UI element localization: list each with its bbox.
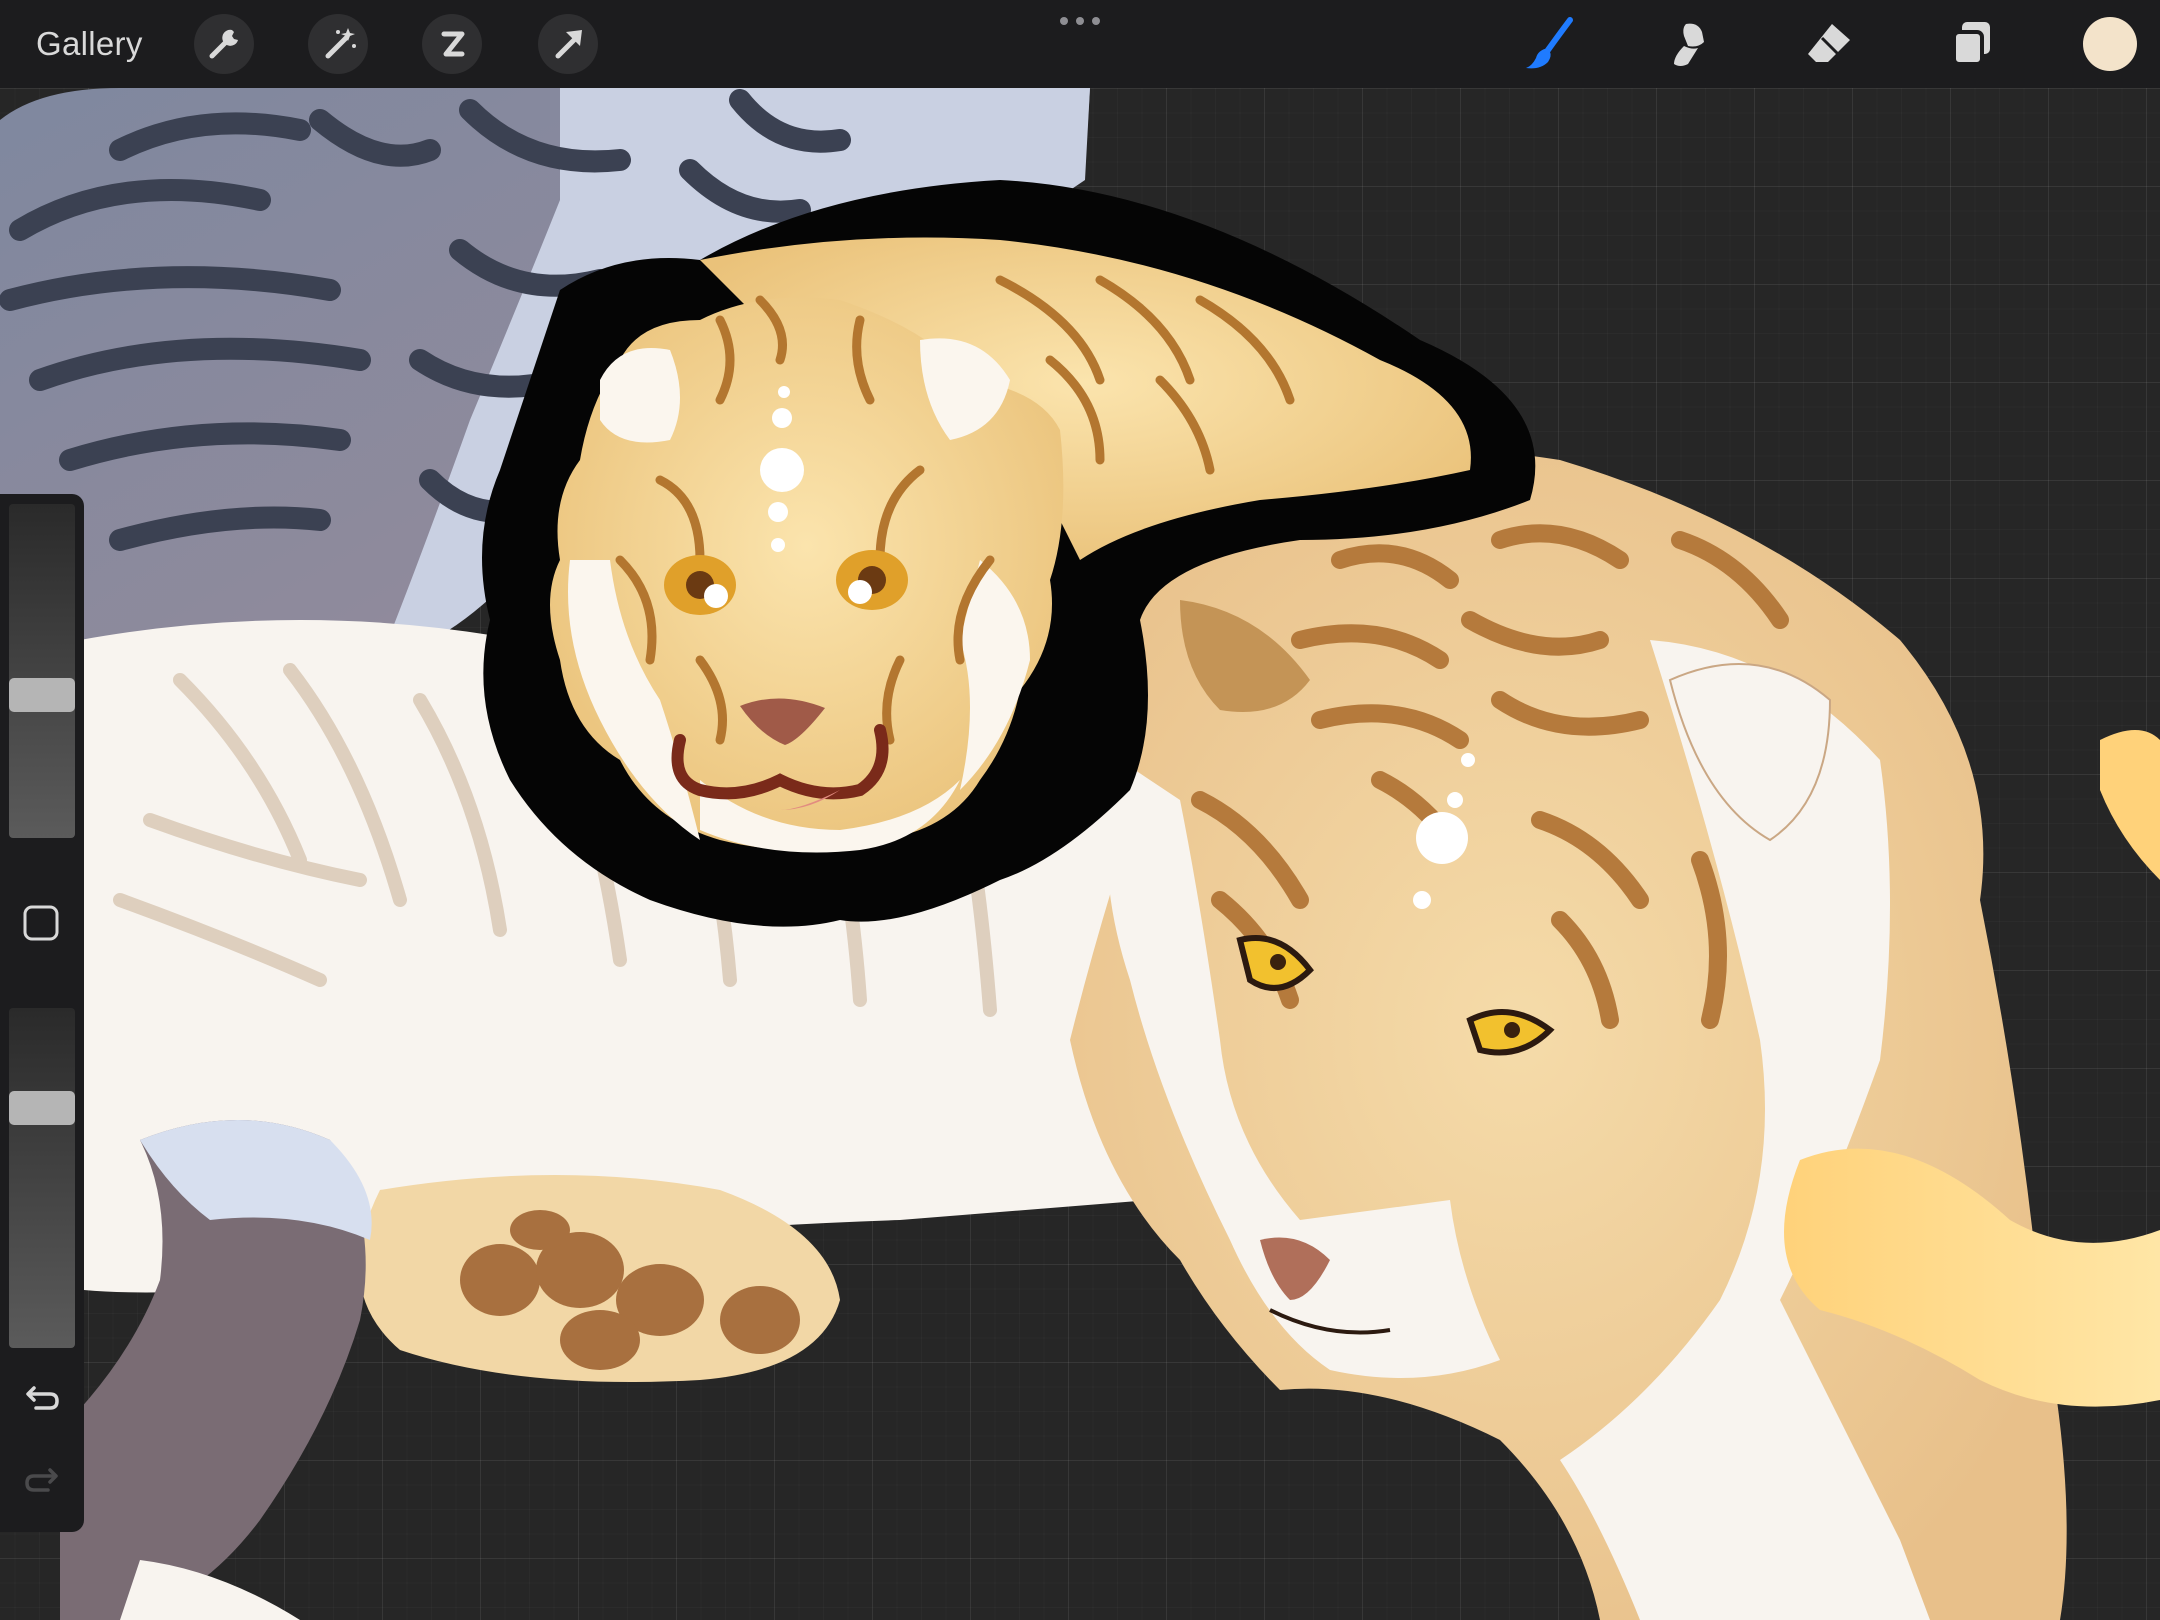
selection-icon: [441, 31, 465, 57]
eraser-tool-button[interactable]: [1798, 12, 1862, 76]
left-sidebar: [0, 494, 84, 1532]
actions-button[interactable]: [194, 14, 254, 74]
magic-wand-icon: [325, 28, 356, 59]
brush-tool-button[interactable]: [1518, 12, 1582, 76]
drawing-canvas[interactable]: [0, 0, 2160, 1620]
modify-button-icon[interactable]: [22, 904, 60, 942]
redo-icon[interactable]: [20, 1456, 64, 1500]
layers-button[interactable]: [1940, 12, 2004, 76]
color-picker-button[interactable]: [2083, 17, 2137, 71]
undo-icon[interactable]: [20, 1374, 64, 1418]
transform-button[interactable]: [538, 14, 598, 74]
more-options-icon[interactable]: [1056, 14, 1104, 28]
opacity-thumb[interactable]: [9, 1091, 75, 1125]
gallery-button[interactable]: Gallery: [36, 22, 143, 66]
top-toolbar: Gallery: [0, 0, 2160, 88]
selection-button[interactable]: [422, 14, 482, 74]
brush-size-slider[interactable]: [9, 504, 75, 838]
transform-arrow-icon: [555, 30, 582, 59]
opacity-slider[interactable]: [9, 1008, 75, 1348]
artwork: [0, 88, 2160, 1620]
wrench-icon: [209, 29, 238, 59]
golden-tiger-large: [1070, 442, 2067, 1620]
adjustments-button[interactable]: [308, 14, 368, 74]
smudge-tool-button[interactable]: [1658, 12, 1722, 76]
brush-icon: [1526, 17, 1573, 69]
brush-size-thumb[interactable]: [9, 678, 75, 712]
smudge-icon: [1674, 23, 1704, 66]
eraser-icon: [1808, 24, 1850, 62]
layers-icon: [1952, 22, 1990, 66]
procreate-app: Gallery: [0, 0, 2160, 1620]
